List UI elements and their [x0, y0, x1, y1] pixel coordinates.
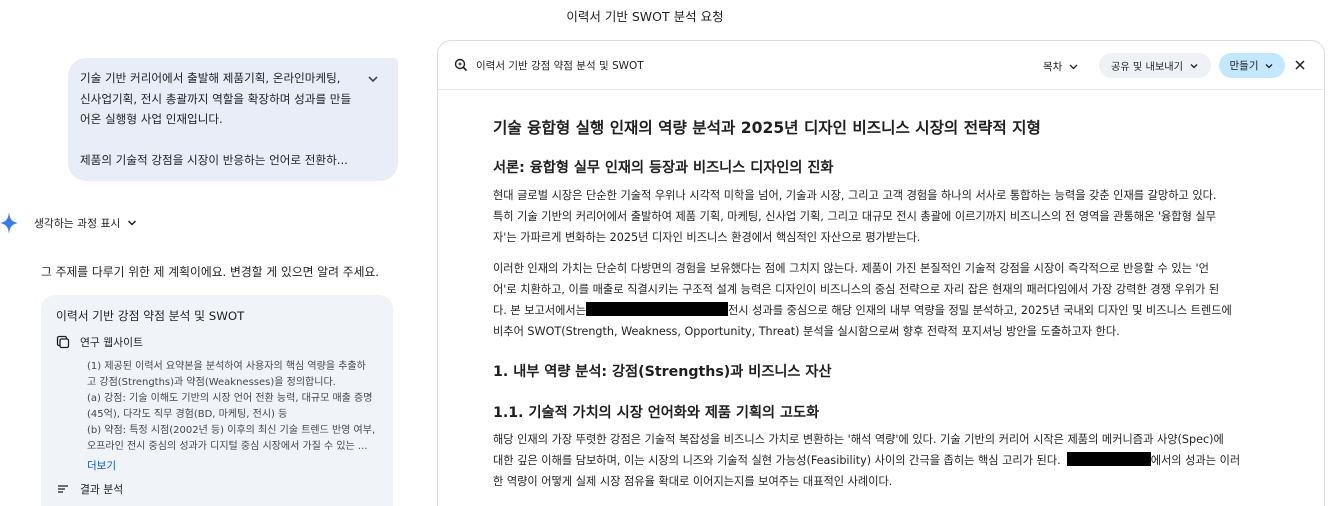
research-plan-card: 이력서 기반 강점 약점 분석 및 SWOT 연구 웹사이트 (1) 제공된 이…	[41, 295, 393, 506]
toc-button[interactable]: 목차	[1043, 56, 1079, 76]
deep-research-icon	[454, 58, 468, 72]
paragraph-line: 대한 깊은 이해를 담보하며, 이는 시장의 니즈와 기술적 실현 가능성(Fe…	[493, 450, 1263, 471]
plan-step-line: (45억), 다각도 직무 경험(BD, 마케팅, 전시) 등	[87, 409, 288, 420]
user-message-line: 신사업기획, 전시 총괄까지 역할을 확장하며 성과를 만들	[80, 91, 352, 106]
user-message-line: 어온 실행형 사업 인재입니다.	[80, 112, 223, 126]
chevron-down-icon	[128, 220, 137, 226]
share-export-label: 공유 및 내보내기	[1110, 62, 1184, 73]
chevron-down-icon[interactable]	[366, 72, 380, 86]
paragraph-line: 이러한 인재의 가치는 단순히 다방면의 경험을 보유했다는 점에 그치지 않는…	[493, 262, 1209, 275]
plan-step-research: 연구 웹사이트	[56, 333, 379, 351]
user-message-bubble: 기술 기반 커리어에서 출발해 제품기획, 온라인마케팅, 신사업기획, 전시 …	[68, 58, 398, 181]
paragraph-line: 다. 본 보고서에서는 전시 성과를 중심으로 해당 인재의 내부 역량을 정밀 …	[493, 300, 1263, 321]
plan-intro-text: 그 주제를 다루기 위한 제 계획이에요. 변경할 게 있으면 알려 주세요.	[41, 265, 380, 279]
document-body: 기술 융합형 실행 인재의 역량 분석과 2025년 디자인 비즈니스 시장의 …	[493, 116, 1263, 492]
chevron-down-icon	[1069, 64, 1078, 69]
thinking-label: 생각하는 과정 표시	[34, 217, 121, 230]
paragraph-intro-2: 이러한 인재의 가치는 단순히 다방면의 경험을 보유했다는 점에 그치지 않는…	[493, 258, 1263, 342]
document-header-title: 이력서 기반 강점 약점 분석 및 SWOT	[476, 59, 644, 72]
plan-step-description: (1) 제공된 이력서 요약본을 분석하여 사용자의 핵심 역량을 추출하 고 …	[87, 359, 379, 455]
analysis-lines-icon	[58, 485, 68, 493]
paragraph-line: 비추어 SWOT(Strength, Weakness, Opportunity…	[493, 325, 1120, 338]
plan-step-line: (1) 제공된 이력서 요약본을 분석하여 사용자의 핵심 역량을 추출하	[87, 361, 366, 372]
plan-card-title: 이력서 기반 강점 약점 분석 및 SWOT	[56, 309, 245, 323]
paragraph-text: 전시 성과를 중심으로 해당 인재의 내부 역량을 정밀 분석하고, 2025년…	[728, 304, 1232, 317]
document-title: 기술 융합형 실행 인재의 역량 분석과 2025년 디자인 비즈니스 시장의 …	[493, 119, 1041, 137]
create-label: 만들기	[1229, 60, 1259, 72]
section-heading-strengths: 1. 내부 역량 분석: 강점(Strengths)과 비즈니스 자산	[493, 364, 832, 380]
chevron-down-icon	[1190, 63, 1198, 68]
toc-label: 목차	[1043, 60, 1063, 73]
paragraph-line: 특히 기술 기반의 커리어에서 출발하여 제품 기획, 마케팅, 신사업 기획,…	[493, 210, 1217, 223]
document-header: 이력서 기반 강점 약점 분석 및 SWOT 목차 공유 및 내보내기 만들기	[438, 41, 1324, 90]
paragraph-text: 에서의 성과는 이러	[1150, 454, 1241, 467]
create-button[interactable]: 만들기	[1219, 53, 1285, 78]
chevron-down-icon	[1266, 63, 1273, 68]
paragraph-text: 다. 본 보고서에서는	[493, 304, 587, 317]
user-message-line: 기술 기반 커리어에서 출발해 제품기획, 온라인마케팅,	[80, 71, 341, 85]
gemini-spark-icon	[0, 212, 18, 234]
plan-step-label: 연구 웹사이트	[80, 336, 144, 349]
subsection-heading-tech: 1.1. 기술적 가치의 시장 언어화와 제품 기획의 고도화	[493, 405, 820, 421]
redacted-block	[1066, 452, 1151, 466]
user-message-line: 제품의 기술적 강점을 시장이 반응하는 언어로 전환하...	[80, 152, 348, 167]
share-export-button[interactable]: 공유 및 내보내기	[1099, 53, 1211, 78]
paragraph-line: 해당 인재의 가장 뚜렷한 강점은 기술적 복잡성을 비즈니스 가치로 변환하는…	[493, 433, 1224, 446]
paragraph-line: 현대 글로벌 시장은 단순한 기술적 우위나 시각적 미학을 넘어, 기술과 시…	[493, 189, 1217, 202]
document-panel: 이력서 기반 강점 약점 분석 및 SWOT 목차 공유 및 내보내기 만들기 …	[437, 40, 1325, 506]
plan-step-line: 오프라인 전시 중심의 성과가 디지털 중심 시장에서 가질 수 있는 ...	[87, 441, 368, 452]
paragraph-line: 자'는 가파르게 변화하는 2025년 디자인 비즈니스 환경에서 핵심적인 자…	[493, 231, 921, 244]
plan-step-analysis: 결과 분석	[56, 480, 379, 498]
close-icon[interactable]	[1292, 57, 1308, 73]
paragraph-line: 한 역량이 어떻게 실제 시장 점유율 확대로 이어지는지를 보여주는 대표적인…	[493, 475, 893, 488]
page-title: 이력서 기반 SWOT 분석 요청	[566, 9, 724, 24]
paragraph-tech: 해당 인재의 가장 뚜렷한 강점은 기술적 복잡성을 비즈니스 가치로 변환하는…	[493, 429, 1263, 492]
paragraph-text: 대한 깊은 이해를 담보하며, 이는 시장의 니즈와 기술적 실현 가능성(Fe…	[493, 454, 1061, 467]
paragraph-intro-1: 현대 글로벌 시장은 단순한 기술적 우위나 시각적 미학을 넘어, 기술과 시…	[493, 185, 1263, 248]
show-more-link[interactable]: 더보기	[87, 458, 379, 474]
section-heading-intro: 서론: 융합형 실무 인재의 등장과 비즈니스 디자인의 진화	[493, 160, 834, 176]
redacted-block	[586, 302, 729, 316]
thinking-toggle[interactable]: 생각하는 과정 표시	[0, 211, 138, 235]
plan-step-label: 결과 분석	[80, 483, 124, 496]
paragraph-line: 어'로 치환하고, 이를 매출로 직결시키는 구조적 설계 능력은 디자인이 비…	[493, 283, 1220, 296]
plan-step-line: (b) 약점: 특정 시점(2002년 등) 이후의 최신 기술 트렌드 반영 …	[87, 425, 376, 436]
plan-step-line: 고 강점(Strengths)과 약점(Weaknesses)을 정의합니다.	[87, 377, 336, 388]
plan-step-line: (a) 강점: 기술 이해도 기반의 시장 언어 전환 능력, 대규모 매출 증…	[87, 393, 373, 404]
web-research-icon	[56, 335, 70, 349]
